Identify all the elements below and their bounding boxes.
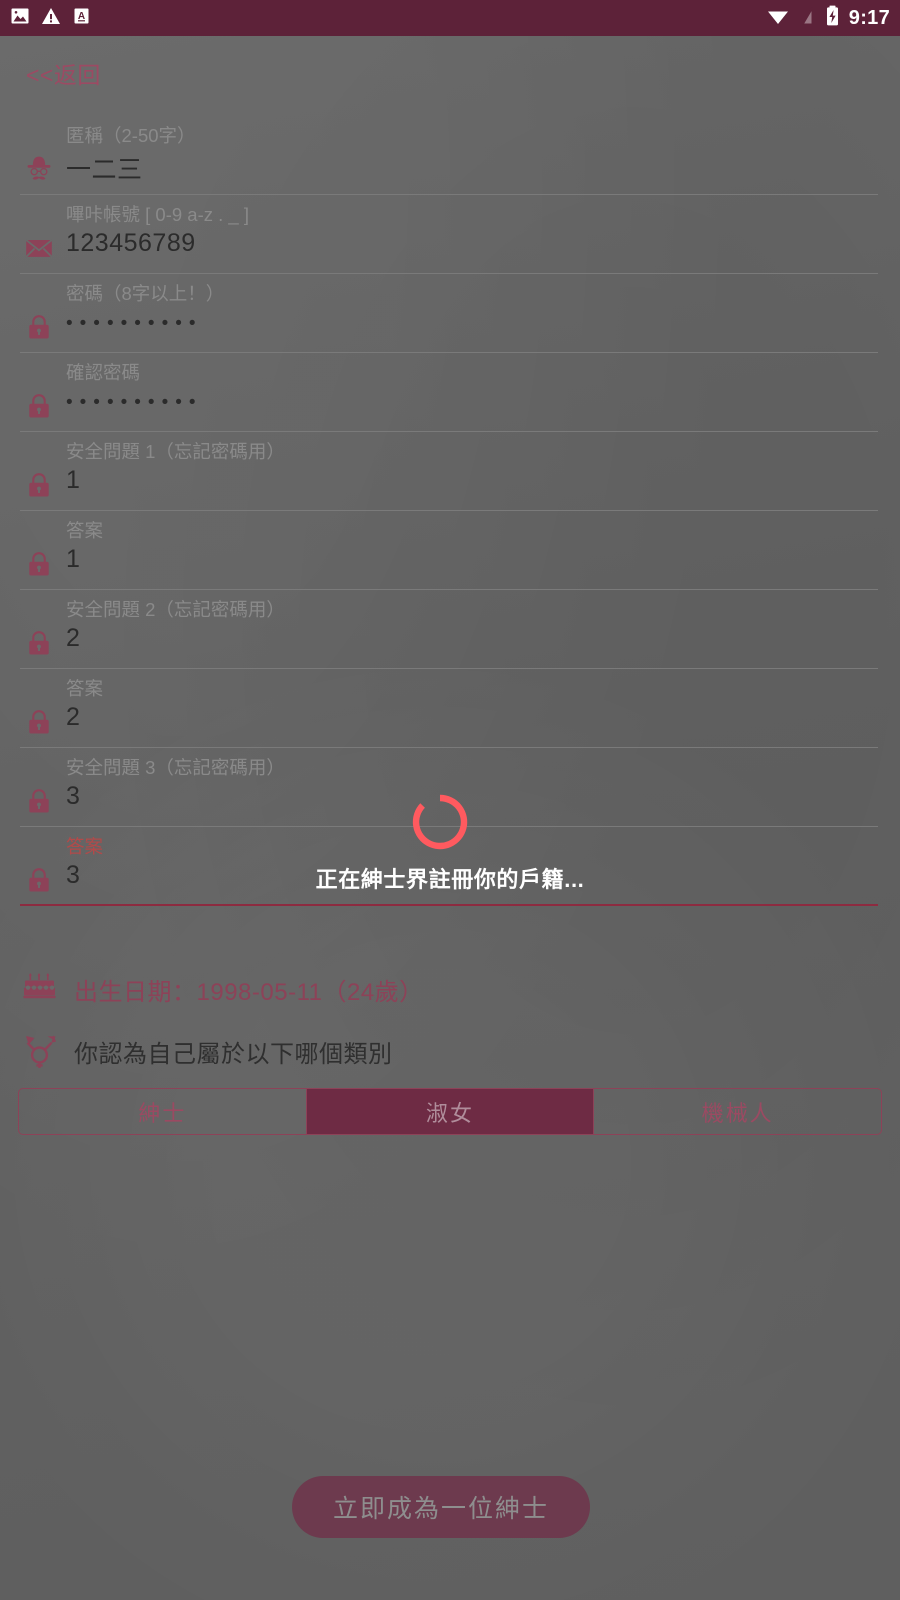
submit-button[interactable]: 立即成為一位紳士 [292,1476,590,1538]
field-row-nickname[interactable]: 匿稱（2-50字） 一二三 [20,116,878,195]
field-input-security-question-1[interactable]: 1 [66,466,80,495]
field-input-password[interactable]: •••••••••• [66,313,203,335]
field-label-security-question-1: 安全問題 1（忘記密碼用） [66,441,285,462]
field-label-nickname: 匿稱（2-50字） [66,125,196,146]
field-label-security-question-2: 安全問題 2（忘記密碼用） [66,599,285,620]
page-content: <<返回 匿稱（2-50字） 一二三 嗶咔帳號 [ 0-9 a-z . _ ] 123… [0,36,900,1600]
field-row-password[interactable]: 密碼（8字以上！） •••••••••• [20,274,878,353]
field-label-security-answer-1: 答案 [66,520,104,541]
field-label-account: 嗶咔帳號 [ 0-9 a-z . _ ] [66,204,249,225]
gentleman-hat-icon [22,152,56,186]
field-row-security-answer-1[interactable]: 答案 1 [20,511,878,590]
field-row-confirm-password[interactable]: 確認密碼 •••••••••• [20,353,878,432]
gender-prompt-text: 你認為自己屬於以下哪個類別 [74,1040,393,1068]
birthday-cake-icon [20,969,60,1009]
font-size-a-icon: A [72,6,91,31]
lock-icon [22,626,56,660]
lock-icon [22,389,56,423]
status-bar-clock: 9:17 [848,6,890,29]
gender-segmented-control[interactable]: 紳士 淑女 機械人 [18,1088,882,1135]
gender-option-0[interactable]: 紳士 [19,1089,307,1134]
field-input-security-answer-3[interactable]: 3 [66,861,80,890]
field-input-security-answer-1[interactable]: 1 [66,545,80,574]
lock-icon [22,863,56,897]
no-signal-icon [799,6,816,31]
field-label-security-answer-2: 答案 [66,678,104,699]
lock-icon [22,547,56,581]
birthday-text: 出生日期：1998-05-11（24歲） [74,978,424,1006]
field-label-security-question-3: 安全問題 3（忘記密碼用） [66,757,285,778]
field-row-account[interactable]: 嗶咔帳號 [ 0-9 a-z . _ ] 123456789 [20,195,878,274]
field-input-security-question-2[interactable]: 2 [66,624,80,653]
lock-icon [22,705,56,739]
transgender-icon [20,1031,60,1071]
warning-triangle-icon [41,6,61,31]
field-row-security-answer-2[interactable]: 答案 2 [20,669,878,748]
lock-icon [22,784,56,818]
registration-form: 匿稱（2-50字） 一二三嗶咔帳號 [ 0-9 a-z . _ ] 12345678… [0,116,900,906]
field-input-account[interactable]: 123456789 [66,229,196,258]
lock-icon [22,310,56,344]
status-bar: A 9:17 [0,0,900,36]
field-label-confirm-password: 確認密碼 [66,362,141,383]
status-bar-left-icons: A [10,6,91,31]
field-input-security-question-3[interactable]: 3 [66,782,80,811]
field-input-confirm-password[interactable]: •••••••••• [66,392,203,414]
lock-icon [22,468,56,502]
field-row-security-question-1[interactable]: 安全問題 1（忘記密碼用） 1 [20,432,878,511]
gender-prompt-row: 你認為自己屬於以下哪個類別 [20,1031,393,1071]
field-row-security-question-2[interactable]: 安全問題 2（忘記密碼用） 2 [20,590,878,669]
battery-charging-icon [825,5,840,31]
birthday-row[interactable]: 出生日期：1998-05-11（24歲） [20,969,424,1009]
gender-option-2[interactable]: 機械人 [594,1089,881,1134]
gender-option-1[interactable]: 淑女 [306,1089,595,1134]
field-input-nickname[interactable]: 一二三 [66,150,143,186]
field-row-security-question-3[interactable]: 安全問題 3（忘記密碼用） 3 [20,748,878,827]
field-input-security-answer-2[interactable]: 2 [66,703,80,732]
field-label-password: 密碼（8字以上！） [66,283,225,304]
status-bar-right-icons: 9:17 [766,5,890,31]
wifi-icon [766,6,790,31]
field-row-security-answer-3[interactable]: 答案 3 [20,827,878,906]
image-icon [10,6,30,31]
back-link[interactable]: <<返回 [26,56,101,90]
field-label-security-answer-3: 答案 [66,836,104,857]
envelope-icon [22,231,56,265]
